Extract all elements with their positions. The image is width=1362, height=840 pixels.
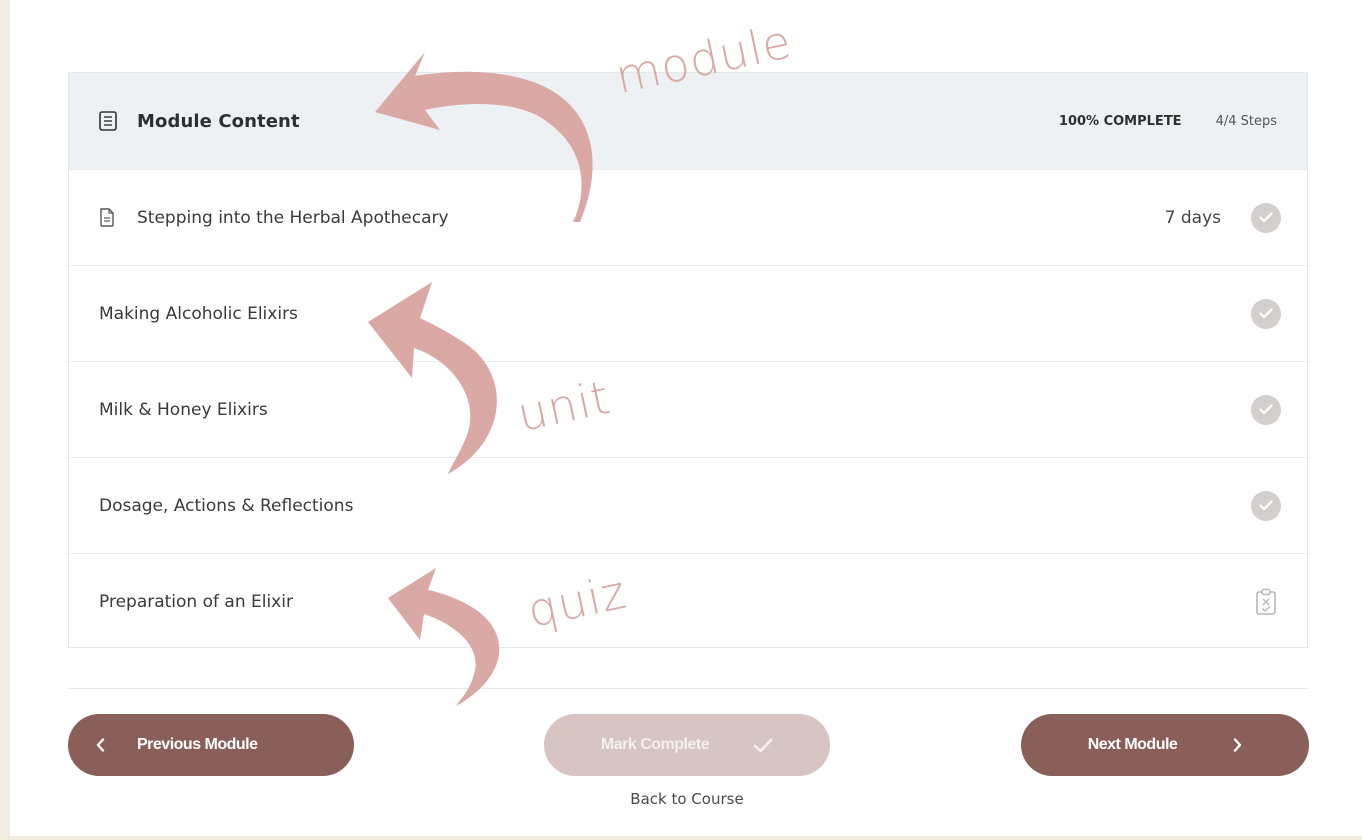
mark-complete-button[interactable]: Mark Complete: [544, 714, 830, 776]
section-divider: [68, 688, 1308, 689]
list-item-label: Stepping into the Herbal Apothecary: [137, 207, 449, 228]
list-item-label: Making Alcoholic Elixirs: [99, 303, 298, 324]
list-item-label: Dosage, Actions & Reflections: [99, 495, 354, 516]
module-title-wrap: Module Content: [99, 111, 300, 132]
next-module-label: Next Module: [1087, 736, 1178, 753]
complete-check-icon: [1251, 394, 1281, 425]
list-item-right: [1251, 394, 1281, 425]
previous-module-label: Previous Module: [137, 736, 258, 753]
list-item-right: 7 days: [1164, 202, 1281, 233]
list-item-right: [1251, 298, 1281, 329]
duration-label: 7 days: [1164, 207, 1221, 228]
list-document-icon: [99, 111, 117, 131]
complete-check-icon: [1251, 202, 1281, 233]
complete-check-icon: [1251, 298, 1281, 329]
progress-steps: 4/4 Steps: [1215, 113, 1277, 129]
list-item-label: Milk & Honey Elixirs: [99, 399, 268, 420]
complete-check-icon: [1251, 490, 1281, 521]
mark-complete-label: Mark Complete: [600, 736, 710, 753]
previous-module-button[interactable]: Previous Module: [68, 714, 354, 776]
module-progress: 100% COMPLETE 4/4 Steps: [1059, 114, 1277, 129]
progress-percent: 100% COMPLETE: [1058, 113, 1182, 129]
list-item-milk-honey-elixirs[interactable]: Milk & Honey Elixirs: [69, 361, 1307, 457]
module-title: Module Content: [137, 110, 300, 132]
list-item-right: [1255, 588, 1281, 616]
quiz-clipboard-icon: [1256, 588, 1276, 615]
module-header: Module Content 100% COMPLETE 4/4 Steps: [69, 73, 1307, 169]
list-item-stepping-into-apothecary[interactable]: Stepping into the Herbal Apothecary 7 da…: [69, 169, 1307, 265]
checkmark-icon: [753, 738, 773, 752]
list-item-dosage-actions-reflections[interactable]: Dosage, Actions & Reflections: [69, 457, 1307, 553]
list-item-right: [1251, 490, 1281, 521]
document-icon: [100, 208, 114, 227]
module-content-panel: Module Content 100% COMPLETE 4/4 Steps S…: [68, 72, 1308, 648]
list-item-preparation-of-elixir[interactable]: Preparation of an Elixir: [69, 553, 1307, 649]
chevron-right-icon: [1234, 738, 1242, 752]
list-item-making-alcoholic-elixirs[interactable]: Making Alcoholic Elixirs: [69, 265, 1307, 361]
next-module-button[interactable]: Next Module: [1021, 714, 1309, 776]
list-item-label: Preparation of an Elixir: [99, 591, 293, 612]
back-to-course-link[interactable]: Back to Course: [544, 790, 830, 808]
chevron-left-icon: [96, 738, 105, 752]
